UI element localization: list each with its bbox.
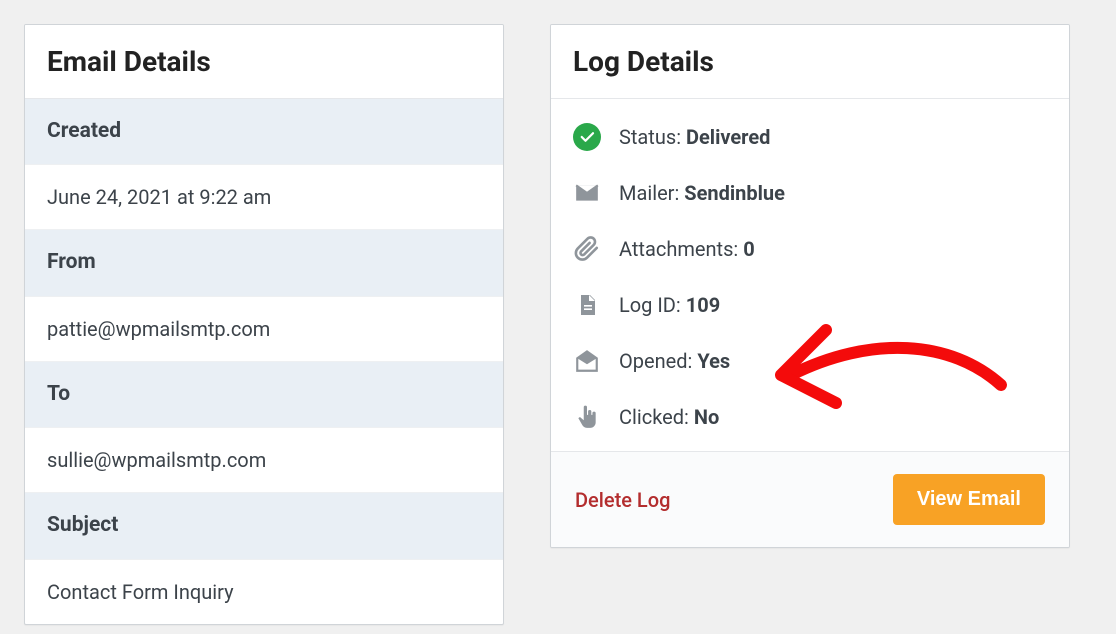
status-row: Status: Delivered: [573, 109, 1047, 165]
logid-text: Log ID: 109: [619, 293, 720, 317]
created-label: Created: [25, 99, 503, 165]
logid-row: Log ID: 109: [573, 277, 1047, 333]
view-email-button[interactable]: View Email: [893, 474, 1045, 525]
attachments-row: Attachments: 0: [573, 221, 1047, 277]
opened-row: Opened: Yes: [573, 333, 1047, 389]
paperclip-icon: [573, 235, 601, 263]
attachments-text: Attachments: 0: [619, 237, 755, 261]
subject-value: Contact Form Inquiry: [25, 560, 503, 624]
to-label: To: [25, 362, 503, 428]
log-details-panel: Log Details Status: Delivered Mailer: Se…: [550, 24, 1070, 548]
clicked-row: Clicked: No: [573, 389, 1047, 445]
from-value: pattie@wpmailsmtp.com: [25, 297, 503, 362]
opened-text: Opened: Yes: [619, 349, 730, 373]
mailer-text: Mailer: Sendinblue: [619, 181, 785, 205]
created-value: June 24, 2021 at 9:22 am: [25, 165, 503, 230]
mailer-row: Mailer: Sendinblue: [573, 165, 1047, 221]
check-circle-icon: [573, 123, 601, 151]
email-details-panel: Email Details Created June 24, 2021 at 9…: [24, 24, 504, 625]
envelope-icon: [573, 179, 601, 207]
file-icon: [573, 291, 601, 319]
pointer-icon: [573, 403, 601, 431]
log-footer: Delete Log View Email: [551, 451, 1069, 547]
envelope-open-icon: [573, 347, 601, 375]
log-details-title: Log Details: [551, 25, 1069, 99]
clicked-text: Clicked: No: [619, 405, 719, 429]
to-value: sullie@wpmailsmtp.com: [25, 428, 503, 493]
subject-label: Subject: [25, 493, 503, 559]
log-details-body: Status: Delivered Mailer: Sendinblue Att…: [551, 99, 1069, 451]
email-details-title: Email Details: [25, 25, 503, 99]
status-text: Status: Delivered: [619, 125, 770, 149]
from-label: From: [25, 230, 503, 296]
delete-log-link[interactable]: Delete Log: [575, 488, 670, 512]
